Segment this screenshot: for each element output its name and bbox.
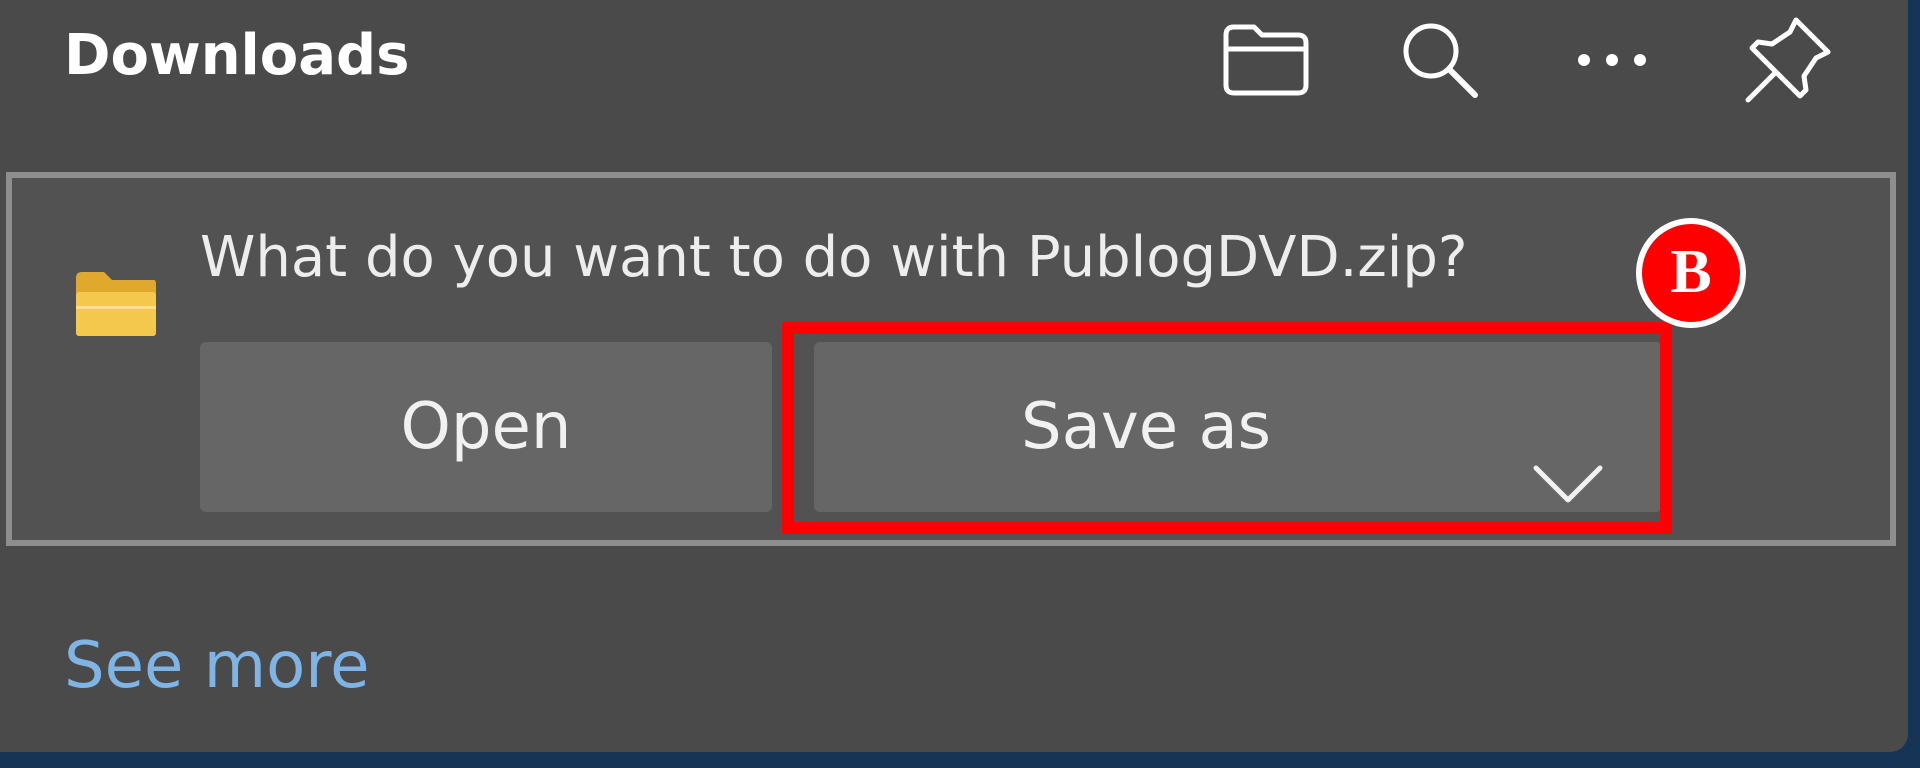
search-icon xyxy=(1397,17,1483,103)
save-as-label: Save as xyxy=(1021,390,1271,464)
download-question: What do you want to do with PublogDVD.zi… xyxy=(200,225,1468,290)
pin-icon xyxy=(1742,14,1834,106)
search-downloads-button[interactable] xyxy=(1388,8,1492,112)
see-more-link[interactable]: See more xyxy=(64,624,370,708)
save-as-button[interactable]: Save as xyxy=(814,342,1662,512)
open-folder-button[interactable] xyxy=(1214,8,1318,112)
downloads-panel: Downloads What do you want to do with Pu… xyxy=(0,0,1908,752)
more-options-button[interactable] xyxy=(1560,8,1664,112)
annotation-marker: B xyxy=(1636,218,1746,328)
chevron-down-icon[interactable] xyxy=(1532,400,1604,570)
open-button[interactable]: Open xyxy=(200,342,772,512)
folder-icon xyxy=(74,270,158,342)
download-prompt: What do you want to do with PublogDVD.zi… xyxy=(6,172,1896,546)
panel-title: Downloads xyxy=(64,23,410,88)
pin-panel-button[interactable] xyxy=(1736,8,1840,112)
more-icon xyxy=(1572,50,1652,70)
folder-icon xyxy=(1220,21,1312,99)
